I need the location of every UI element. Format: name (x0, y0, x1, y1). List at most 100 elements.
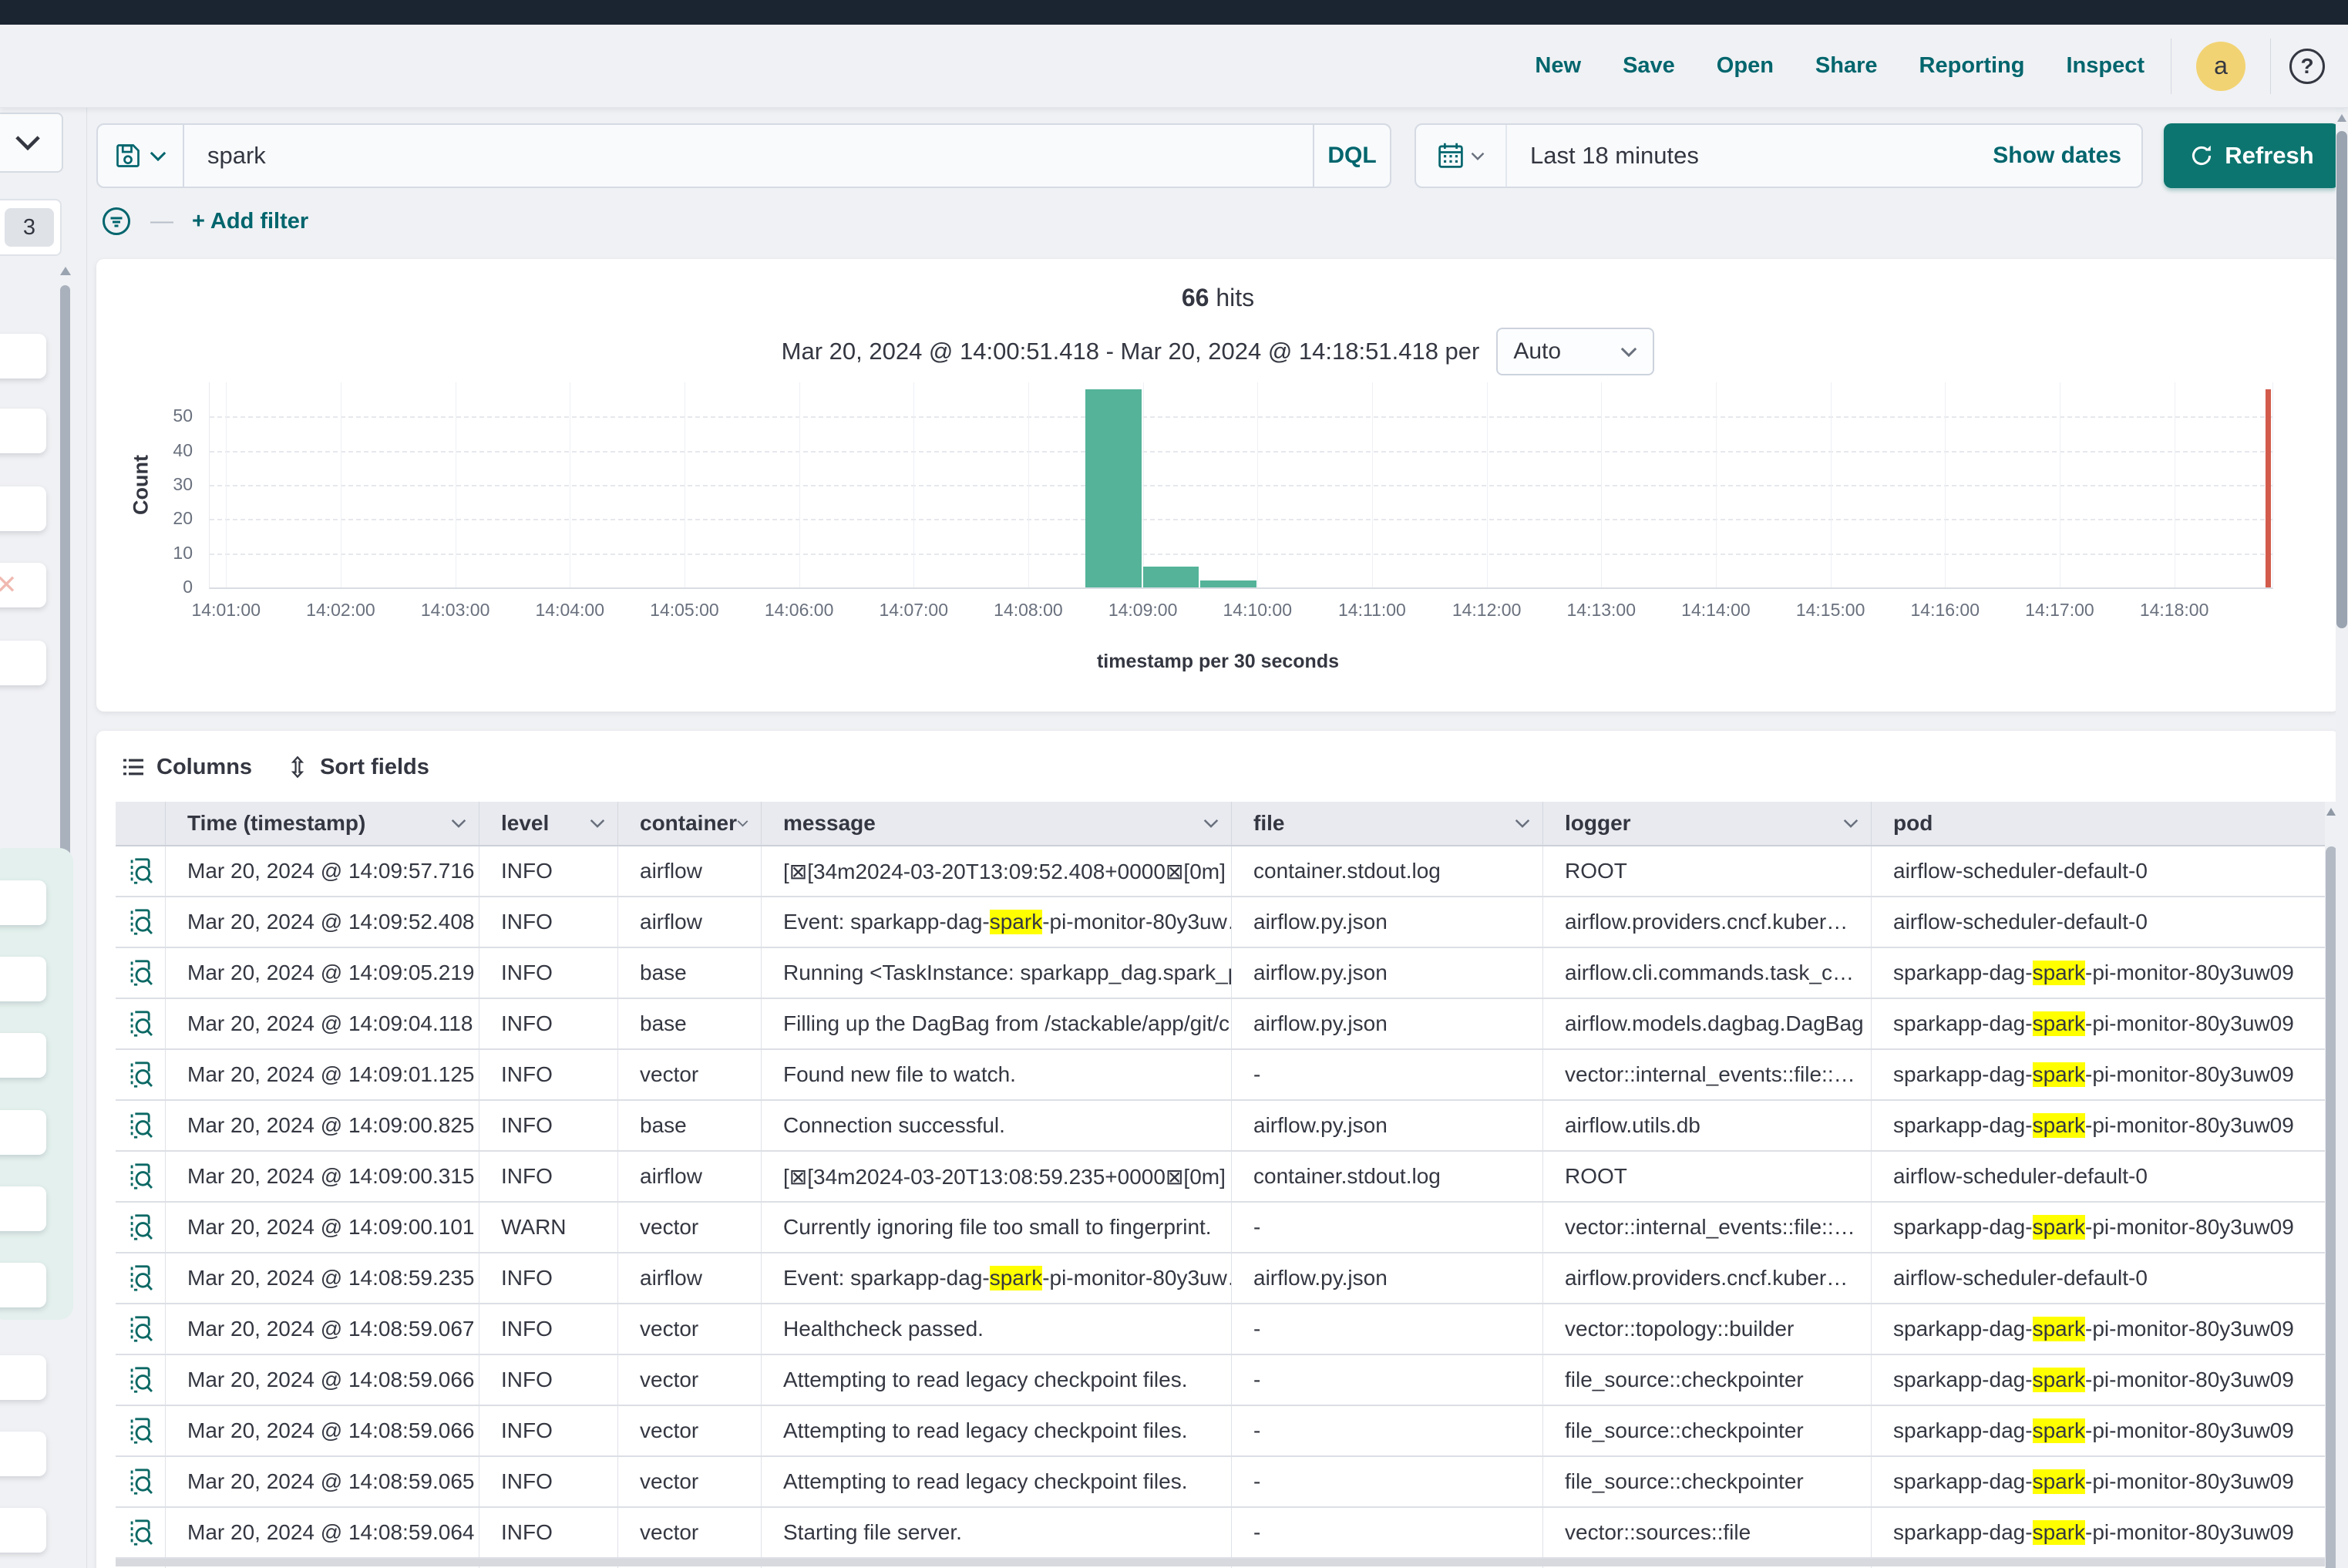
header-level[interactable]: level (479, 802, 618, 845)
add-filter-button[interactable]: + Add filter (192, 209, 308, 234)
cell-pod: airflow-scheduler-default-0 (1872, 1152, 2325, 1201)
x-tick-label: 14:06:00 (765, 600, 834, 621)
expand-document-icon[interactable] (116, 948, 166, 998)
field-card[interactable] (0, 1508, 46, 1553)
remove-field-icon[interactable]: ✕ (0, 572, 18, 598)
nav-share[interactable]: Share (1815, 53, 1878, 79)
table-row: Mar 20, 2024 @ 14:09:00.825 INFO base Co… (116, 1101, 2325, 1152)
field-card[interactable] (0, 880, 46, 925)
expand-document-icon[interactable] (116, 1253, 166, 1303)
cell-time: Mar 20, 2024 @ 14:08:59.065 (166, 1457, 479, 1506)
field-card[interactable] (0, 1432, 46, 1476)
header-logger[interactable]: logger (1543, 802, 1872, 845)
field-card[interactable] (0, 486, 46, 531)
cell-level: INFO (479, 897, 618, 947)
query-row: DQL Last 18 minutes Show (96, 123, 2340, 190)
table-row: Mar 20, 2024 @ 14:08:59.066 INFO vector … (116, 1355, 2325, 1406)
field-card[interactable] (0, 409, 46, 453)
filter-icon[interactable] (101, 206, 132, 237)
x-gridline (1257, 382, 1258, 587)
scroll-up-arrow[interactable] (2326, 808, 2336, 816)
sidebar-scroll-arrow[interactable] (60, 267, 71, 275)
horizontal-scrollbar[interactable] (116, 1559, 2325, 1566)
nav-save[interactable]: Save (1623, 53, 1675, 79)
expand-document-icon[interactable] (116, 897, 166, 947)
cell-container: base (618, 1101, 762, 1150)
cell-time: Mar 20, 2024 @ 14:09:05.219 (166, 948, 479, 998)
selected-fields-count: 3 (0, 199, 62, 256)
cell-time: Mar 20, 2024 @ 14:08:59.066 (166, 1406, 479, 1455)
nav-new[interactable]: New (1535, 53, 1581, 79)
page-scrollbar-thumb[interactable] (2336, 131, 2347, 628)
expand-document-icon[interactable] (116, 1203, 166, 1252)
cell-container: vector (618, 1355, 762, 1405)
header-message[interactable]: message (762, 802, 1232, 845)
sort-fields-button[interactable]: Sort fields (286, 755, 429, 780)
field-card[interactable] (0, 334, 46, 379)
field-card[interactable]: ✕ (0, 563, 46, 607)
query-input[interactable] (184, 142, 1313, 170)
x-tick-label: 14:05:00 (650, 600, 719, 621)
x-gridline (1143, 382, 1144, 587)
cell-container: base (618, 999, 762, 1048)
time-range-end-marker (2266, 389, 2271, 587)
expand-document-icon[interactable] (116, 1406, 166, 1455)
avatar[interactable]: a (2196, 42, 2245, 91)
x-gridline (1831, 382, 1832, 587)
field-card[interactable] (0, 1033, 46, 1078)
nav-inspect[interactable]: Inspect (2066, 53, 2144, 79)
interval-select[interactable]: Auto (1496, 328, 1654, 375)
expand-document-icon[interactable] (116, 1508, 166, 1557)
field-card[interactable] (0, 957, 46, 1001)
columns-button[interactable]: Columns (121, 755, 252, 780)
sidebar-collapse-button[interactable] (0, 113, 63, 173)
expand-document-icon[interactable] (116, 999, 166, 1048)
cell-logger: vector::sources::file (1543, 1508, 1872, 1557)
field-card[interactable] (0, 641, 46, 685)
interval-value: Auto (1513, 338, 1561, 365)
nav-open[interactable]: Open (1717, 53, 1774, 79)
saved-query-menu-button[interactable] (98, 125, 184, 187)
expand-document-icon[interactable] (116, 1304, 166, 1354)
cell-container: airflow (618, 1253, 762, 1303)
expand-document-icon[interactable] (116, 1101, 166, 1150)
show-dates-button[interactable]: Show dates (1993, 143, 2141, 169)
header-pod[interactable]: pod (1872, 802, 2325, 845)
header-time[interactable]: Time (timestamp) (166, 802, 479, 845)
help-icon[interactable]: ? (2289, 49, 2325, 84)
cell-pod: airflow-scheduler-default-0 (1872, 1253, 2325, 1303)
time-range-value[interactable]: Last 18 minutes (1507, 142, 1993, 170)
cell-container: vector (618, 1304, 762, 1354)
expand-document-icon[interactable] (116, 846, 166, 896)
page-scrollbar[interactable] (2336, 108, 2348, 1568)
histogram-plot[interactable]: Count 0102030405014:01:0014:02:0014:03:0… (209, 382, 2273, 589)
cell-pod: sparkapp-dag-spark-pi-monitor-80y3uw09 (1872, 1050, 2325, 1099)
scroll-up-arrow[interactable] (2337, 114, 2346, 122)
field-card[interactable] (0, 1355, 46, 1400)
expand-document-icon[interactable] (116, 1457, 166, 1506)
cell-pod: sparkapp-dag-spark-pi-monitor-80y3uw09 (1872, 1203, 2325, 1252)
cell-file: - (1232, 1355, 1543, 1405)
y-tick-label: 20 (145, 508, 193, 529)
field-card[interactable] (0, 1186, 46, 1231)
cell-level: INFO (479, 1050, 618, 1099)
x-tick-label: 14:18:00 (2140, 600, 2209, 621)
refresh-button[interactable]: Refresh (2164, 123, 2340, 188)
expand-document-icon[interactable] (116, 1152, 166, 1201)
field-card[interactable] (0, 1110, 46, 1155)
cell-level: INFO (479, 1152, 618, 1201)
date-quick-select-button[interactable] (1416, 125, 1507, 187)
highlighted-term: spark (990, 1266, 1042, 1290)
header-file[interactable]: file (1232, 802, 1543, 845)
field-card[interactable] (0, 1263, 46, 1307)
columns-label: Columns (156, 755, 252, 780)
nav-reporting[interactable]: Reporting (1919, 53, 2025, 79)
cell-pod: sparkapp-dag-spark-pi-monitor-80y3uw09 (1872, 1101, 2325, 1150)
expand-document-icon[interactable] (116, 1355, 166, 1405)
table-row: Mar 20, 2024 @ 14:08:59.065 INFO vector … (116, 1457, 2325, 1508)
highlighted-term: spark (2033, 1011, 2085, 1036)
expand-document-icon[interactable] (116, 1050, 166, 1099)
query-language-button[interactable]: DQL (1313, 125, 1390, 187)
header-container[interactable]: container (618, 802, 762, 845)
x-gridline (913, 382, 914, 587)
